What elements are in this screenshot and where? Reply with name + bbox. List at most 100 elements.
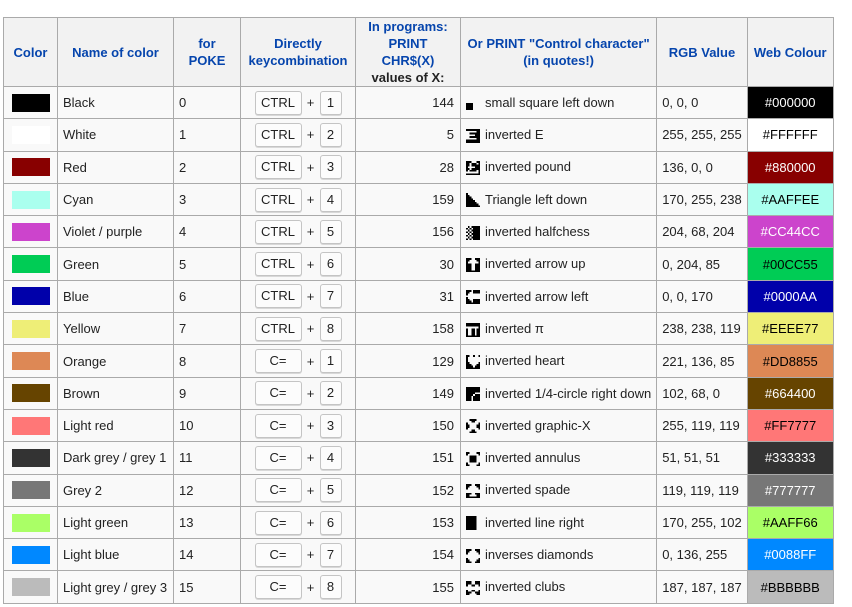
- color-swatch-cell: [3, 247, 58, 281]
- rgb-value: 51, 51, 51: [656, 441, 748, 475]
- color-swatch-cell: [3, 279, 58, 314]
- modifier-key: CTRL: [254, 219, 302, 244]
- control-character-label: inverted spade: [485, 482, 571, 498]
- color-name: Dark grey / grey 1: [57, 441, 174, 475]
- modifier-key: CTRL: [254, 316, 302, 341]
- inverted-spade-icon: [466, 483, 480, 498]
- color-name: Light red: [57, 408, 174, 443]
- rgb-value: 0, 0, 0: [656, 85, 748, 120]
- key-combination: C= +2: [240, 376, 356, 410]
- color-swatch-cell: [3, 441, 58, 475]
- poke-value: 3: [173, 182, 241, 217]
- inverted-diamonds-icon: [466, 548, 480, 563]
- chr-value: 31: [355, 279, 461, 314]
- chr-value: 152: [355, 473, 461, 507]
- key-combination: CTRL +1: [240, 85, 356, 120]
- number-key: 7: [319, 284, 342, 309]
- control-character-label: inverted arrow left: [485, 288, 589, 304]
- color-swatch-cell: [3, 312, 58, 346]
- number-key: 6: [319, 252, 342, 277]
- color-swatch-cell: [3, 570, 58, 604]
- plus-sign: +: [306, 256, 315, 272]
- chr-value: 155: [355, 570, 461, 604]
- web-colour: #00CC55: [746, 247, 834, 281]
- header-poke[interactable]: for POKE: [173, 17, 241, 87]
- number-key: 1: [319, 349, 342, 374]
- color-swatch: [11, 222, 50, 241]
- color-name: Red: [57, 150, 174, 184]
- control-character: inverted clubs: [459, 570, 658, 604]
- header-color[interactable]: Color: [3, 17, 58, 87]
- color-swatch-cell: [3, 85, 58, 120]
- key-combination: C= +5: [240, 473, 356, 507]
- table-row: Blue 6 CTRL +7 31 inverted arrow left 0, 0, 17…: [3, 279, 834, 314]
- small-square-left-down-icon: [466, 96, 480, 111]
- chr-value: 149: [355, 376, 461, 410]
- color-swatch-cell: [3, 150, 58, 184]
- plus-sign: +: [306, 450, 315, 466]
- control-character-label: inverted graphic-X: [485, 417, 591, 433]
- poke-value: 10: [173, 408, 241, 443]
- rgb-value: 255, 255, 255: [656, 118, 748, 152]
- web-colour: #FFFFFF: [746, 118, 834, 152]
- plus-sign: +: [306, 547, 315, 563]
- header-rgb[interactable]: RGB Value: [656, 17, 748, 87]
- rgb-value: 238, 238, 119: [656, 312, 748, 346]
- control-character: inverted spade: [459, 473, 658, 507]
- header-control-char[interactable]: Or PRINT "Control character" (in quotes!): [459, 17, 658, 87]
- color-name: Cyan: [57, 182, 174, 217]
- poke-value: 9: [173, 376, 241, 410]
- color-table: Color Name of color for POKE Directly key…: [3, 17, 834, 604]
- web-colour: #333333: [746, 441, 834, 475]
- chr-value: 159: [355, 182, 461, 217]
- key-combination: CTRL +8: [240, 312, 356, 346]
- color-name: Black: [57, 85, 174, 120]
- plus-sign: +: [306, 418, 315, 434]
- number-key: 4: [319, 187, 342, 212]
- chr-value: 156: [355, 215, 461, 249]
- control-character: inverted heart: [459, 344, 658, 378]
- rgb-value: 204, 68, 204: [656, 215, 748, 249]
- modifier-key: C=: [254, 413, 302, 438]
- poke-value: 14: [173, 538, 241, 572]
- control-character-label: small square left down: [485, 94, 615, 110]
- number-key: 6: [319, 510, 342, 535]
- control-character: inverted arrow up: [459, 247, 658, 281]
- rgb-value: 0, 136, 255: [656, 538, 748, 572]
- table-row: Light green 13 C= +6 153 inverted line right 1…: [3, 505, 834, 540]
- header-chr[interactable]: In programs: PRINT CHR$(X) values of X:: [355, 17, 461, 87]
- color-name: Violet / purple: [57, 215, 174, 249]
- modifier-key: CTRL: [254, 252, 302, 277]
- number-key: 2: [319, 381, 342, 406]
- number-key: 5: [319, 219, 342, 244]
- header-web[interactable]: Web Colour: [746, 17, 834, 87]
- control-character: inverted annulus: [459, 441, 658, 475]
- color-swatch: [11, 513, 50, 532]
- inverted-pound-icon: [466, 161, 480, 176]
- header-name[interactable]: Name of color: [57, 17, 174, 87]
- header-keys[interactable]: Directly keycombination: [240, 17, 356, 87]
- poke-value: 2: [173, 150, 241, 184]
- modifier-key: C=: [254, 575, 302, 600]
- rgb-value: 187, 187, 187: [656, 570, 748, 604]
- inverted-heart-icon: [466, 354, 480, 369]
- key-combination: CTRL +7: [240, 279, 356, 314]
- color-swatch-cell: [3, 408, 58, 443]
- color-swatch: [11, 158, 50, 177]
- key-combination: C= +1: [240, 344, 356, 378]
- table-row: Violet / purple 4 CTRL +5 156 inverted halfch…: [3, 215, 834, 249]
- number-key: 1: [319, 90, 342, 115]
- table-row: Red 2 CTRL +3 28 inverted pound 136, 0, 0 #8800…: [3, 150, 834, 184]
- modifier-key: CTRL: [254, 122, 302, 147]
- control-character-label: inverted π: [485, 320, 544, 336]
- color-swatch: [11, 384, 50, 403]
- plus-sign: +: [306, 288, 315, 304]
- rgb-value: 0, 204, 85: [656, 247, 748, 281]
- web-colour: #777777: [746, 473, 834, 507]
- web-colour: #DD8855: [746, 344, 834, 378]
- control-character: inverted pound: [459, 150, 658, 184]
- key-combination: CTRL +2: [240, 118, 356, 152]
- color-swatch: [11, 416, 50, 435]
- web-colour: #FF7777: [746, 408, 834, 443]
- modifier-key: C=: [254, 542, 302, 567]
